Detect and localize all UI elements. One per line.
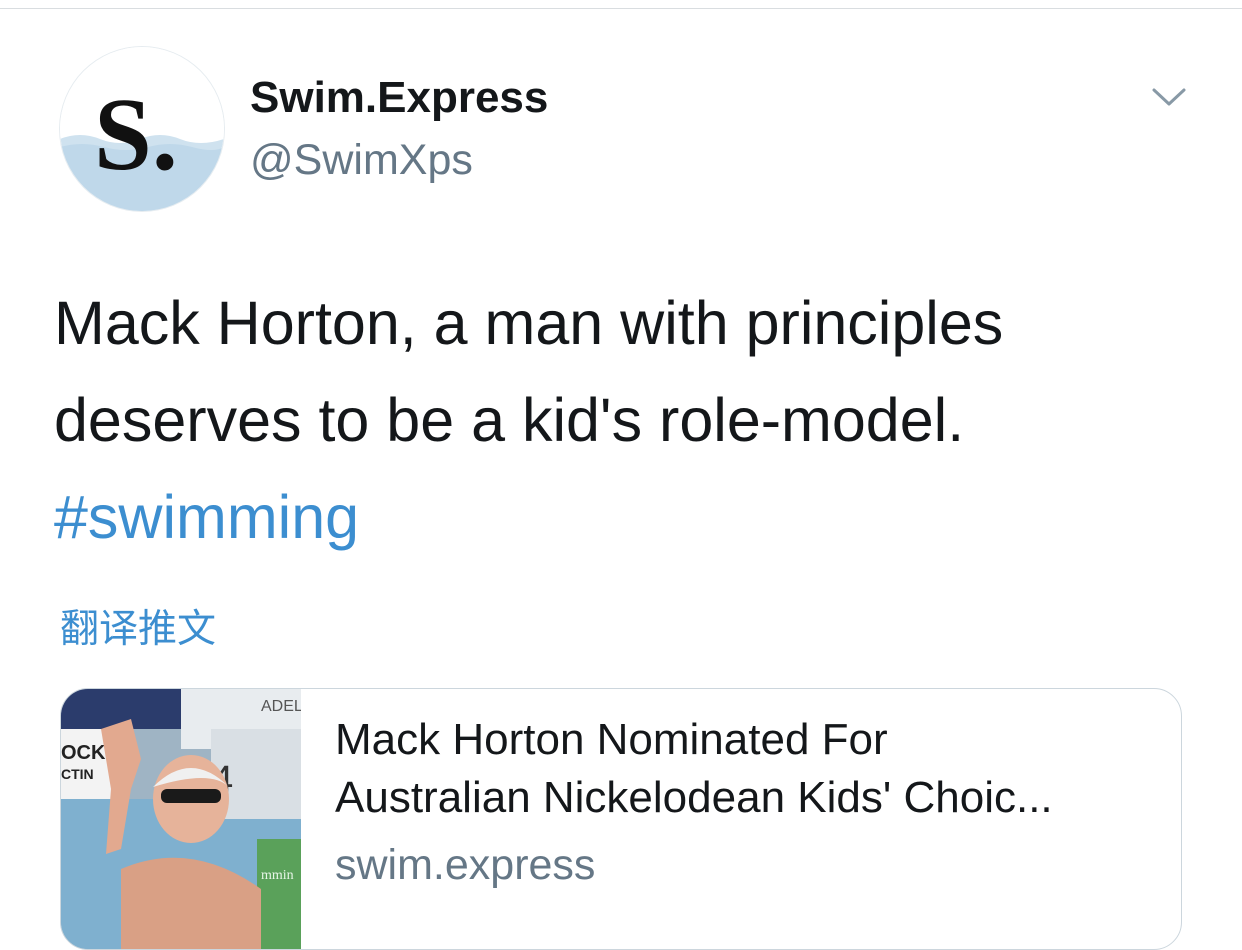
chevron-down-icon (1152, 88, 1186, 106)
link-card-title: Mack Horton Nominated For Australian Nic… (335, 711, 1165, 827)
hashtag-link[interactable]: #swimming (54, 469, 1204, 566)
top-divider (0, 8, 1242, 9)
author-handle[interactable]: @SwimXps (250, 134, 473, 186)
tweet-menu-button[interactable] (1148, 80, 1190, 114)
link-card-thumbnail: ADEL OCK CTIN mmin 4 (61, 689, 301, 949)
tweet-text: Mack Horton, a man with principles deser… (54, 275, 1204, 566)
svg-text:ADEL: ADEL (261, 698, 301, 715)
link-card-title-line: Mack Horton Nominated For (335, 715, 888, 764)
svg-text:OCK: OCK (61, 742, 106, 764)
link-preview-card[interactable]: ADEL OCK CTIN mmin 4 Mack Horton Nominat… (60, 688, 1182, 950)
svg-text:CTIN: CTIN (61, 766, 94, 782)
link-card-domain: swim.express (335, 841, 596, 889)
link-card-body: Mack Horton Nominated For Australian Nic… (335, 711, 1165, 891)
swim-express-logo-icon: S. (60, 47, 224, 211)
link-card-title-line: Australian Nickelodean Kids' Choic... (335, 773, 1053, 822)
tweet-text-line: deserves to be a kid's role-model. (54, 386, 965, 454)
translate-tweet-link[interactable]: 翻译推文 (60, 604, 216, 656)
avatar-letter: S. (94, 77, 178, 192)
avatar[interactable]: S. (60, 47, 224, 211)
tweet-text-line: Mack Horton, a man with principles (54, 289, 1004, 357)
svg-text:mmin: mmin (261, 868, 294, 883)
author-display-name[interactable]: Swim.Express (250, 72, 548, 124)
